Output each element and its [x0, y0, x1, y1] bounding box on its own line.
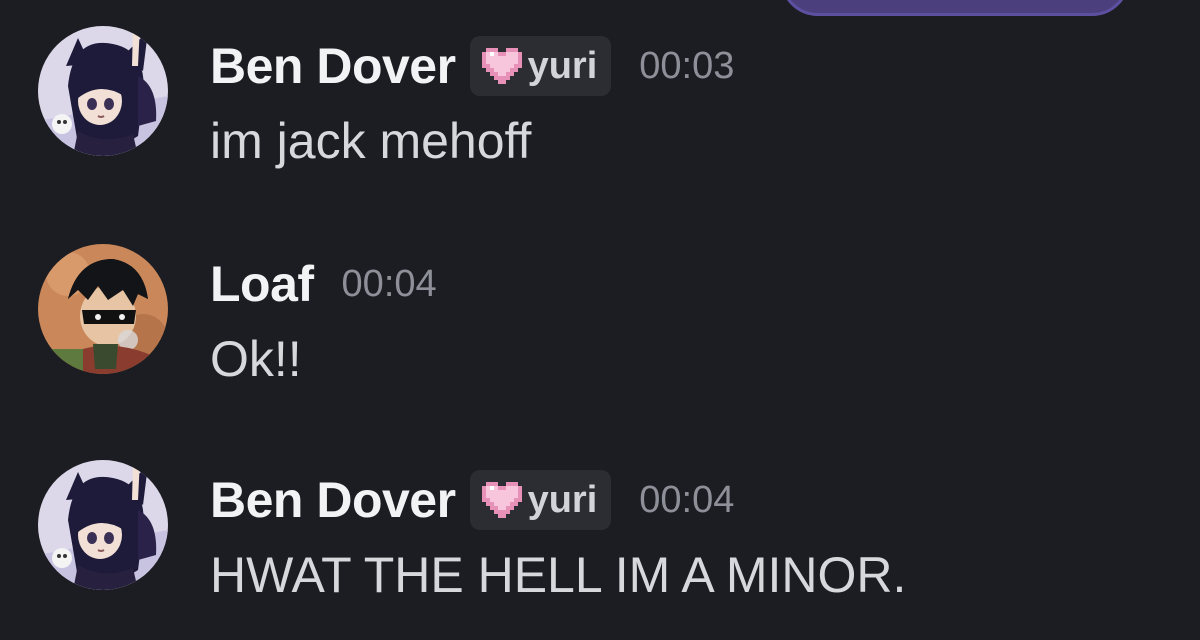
- message-header: Ben Dover yuri 00:04: [210, 468, 734, 532]
- message-header: Ben Dover yuri 00:03: [210, 34, 734, 98]
- username[interactable]: Ben Dover: [210, 471, 456, 529]
- cat-girl-avatar-icon: [38, 26, 168, 156]
- message-text: im jack mehoff: [210, 113, 532, 169]
- role-tag-label: yuri: [527, 478, 598, 521]
- avatar[interactable]: [38, 460, 168, 590]
- timestamp: 00:03: [639, 44, 735, 87]
- avatar[interactable]: [38, 244, 168, 374]
- message-header: Loaf 00:04: [210, 252, 437, 316]
- role-tag[interactable]: yuri: [469, 36, 612, 96]
- chat-screen: Ben Dover yuri 00:03 im jack mehoff Loaf…: [0, 0, 1200, 640]
- pixel-heart-icon: [481, 482, 522, 518]
- avatar[interactable]: [38, 26, 168, 156]
- pixel-heart-icon: [481, 48, 522, 84]
- message-text: HWAT THE HELL IM A MINOR.: [210, 547, 907, 603]
- message-bubble-partial[interactable]: [780, 0, 1130, 16]
- username[interactable]: Ben Dover: [210, 37, 456, 95]
- username[interactable]: Loaf: [210, 255, 314, 313]
- cat-girl-avatar-icon: [38, 460, 168, 590]
- role-tag[interactable]: yuri: [469, 470, 612, 530]
- message-text: Ok!!: [210, 331, 302, 387]
- role-tag-label: yuri: [527, 44, 598, 87]
- timestamp: 00:04: [341, 262, 437, 305]
- masked-boy-avatar-icon: [38, 244, 168, 374]
- timestamp: 00:04: [639, 478, 735, 521]
